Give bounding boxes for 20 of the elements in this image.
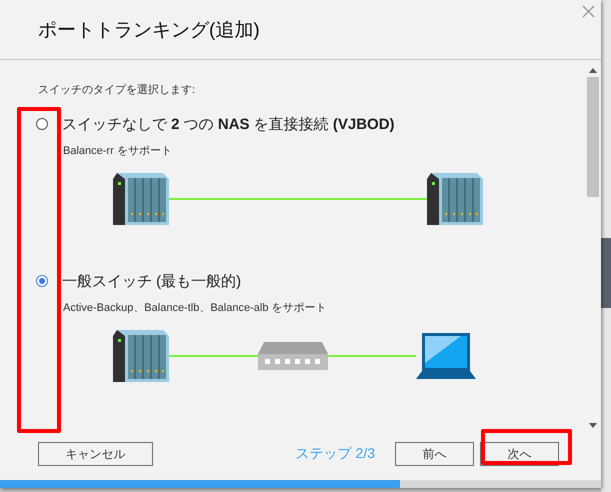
scroll-up-icon[interactable] xyxy=(589,68,597,73)
step-indicator: ステップ 2/3 xyxy=(296,445,375,463)
prompt-text: スイッチのタイプを選択します: xyxy=(38,82,196,97)
close-icon[interactable] xyxy=(582,5,595,18)
scroll-down-icon[interactable] xyxy=(589,423,597,428)
radio-button[interactable] xyxy=(36,275,48,287)
network-switch-icon xyxy=(258,342,328,370)
option-description: Balance-rr をサポート xyxy=(63,144,173,158)
nas-icon xyxy=(113,173,169,225)
laptop-icon xyxy=(416,333,476,379)
cancel-button[interactable]: キャンセル xyxy=(38,442,153,466)
option-label: 一般スイッチ (最も一般的) xyxy=(62,272,242,290)
dialog-title: ポートトランキング(追加) xyxy=(38,18,260,42)
back-button[interactable]: 前へ xyxy=(395,442,474,466)
nas-icon xyxy=(427,173,483,225)
option-label: スイッチなしで 2 つの NAS を直接接続 (VJBOD) xyxy=(62,114,395,134)
option-description: Active-Backup、Balance-tlb、Balance-alb をサポート xyxy=(63,301,328,315)
radio-button[interactable] xyxy=(36,118,48,130)
scrollbar-thumb[interactable] xyxy=(587,77,599,197)
nas-icon xyxy=(113,330,169,382)
